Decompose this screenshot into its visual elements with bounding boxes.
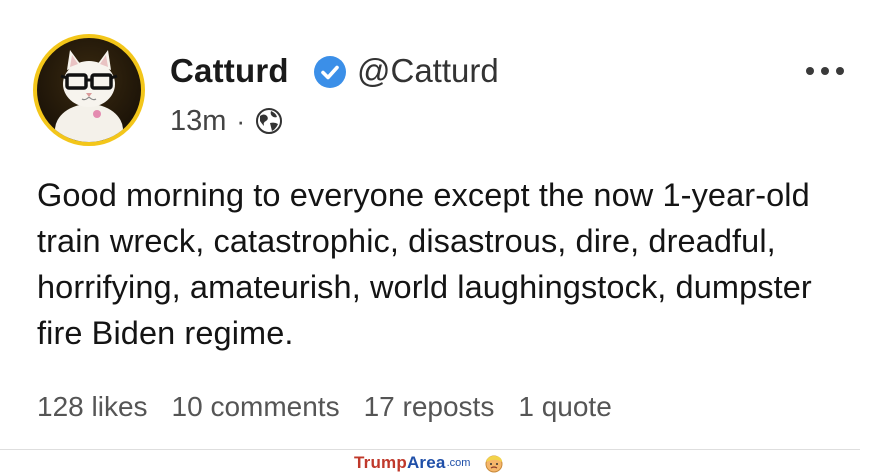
trump-face-icon [485, 455, 503, 473]
avatar[interactable] [33, 34, 145, 146]
cat-avatar-image [55, 50, 123, 142]
more-dot [821, 67, 829, 75]
user-handle[interactable]: @Catturd [357, 52, 499, 90]
divider [0, 449, 860, 450]
more-options-icon[interactable] [806, 64, 844, 78]
more-dot [836, 67, 844, 75]
watermark-part-area: Area [406, 453, 446, 472]
watermark-part-com: .com [446, 457, 471, 469]
post-card: Catturd @Catturd 13m · Good morning to e… [0, 0, 884, 476]
engagement-stats: 128 likes 10 comments 17 reposts 1 quote [37, 388, 612, 426]
watermark: Trump Area .com [354, 452, 504, 474]
more-dot [806, 67, 814, 75]
likes-count[interactable]: 128 likes [37, 391, 148, 423]
post-body-text: Good morning to everyone except the now … [37, 177, 812, 351]
comments-count[interactable]: 10 comments [172, 391, 340, 423]
meta-separator: · [236, 105, 246, 136]
display-name[interactable]: Catturd [170, 52, 289, 90]
post-timestamp[interactable]: 13m [170, 105, 226, 138]
verified-badge-icon [314, 56, 346, 88]
reposts-count[interactable]: 17 reposts [364, 391, 495, 423]
watermark-part-trump: Trump [354, 453, 407, 472]
post-meta: 13m · [170, 103, 283, 139]
quotes-count[interactable]: 1 quote [518, 391, 611, 423]
globe-icon [256, 108, 283, 134]
